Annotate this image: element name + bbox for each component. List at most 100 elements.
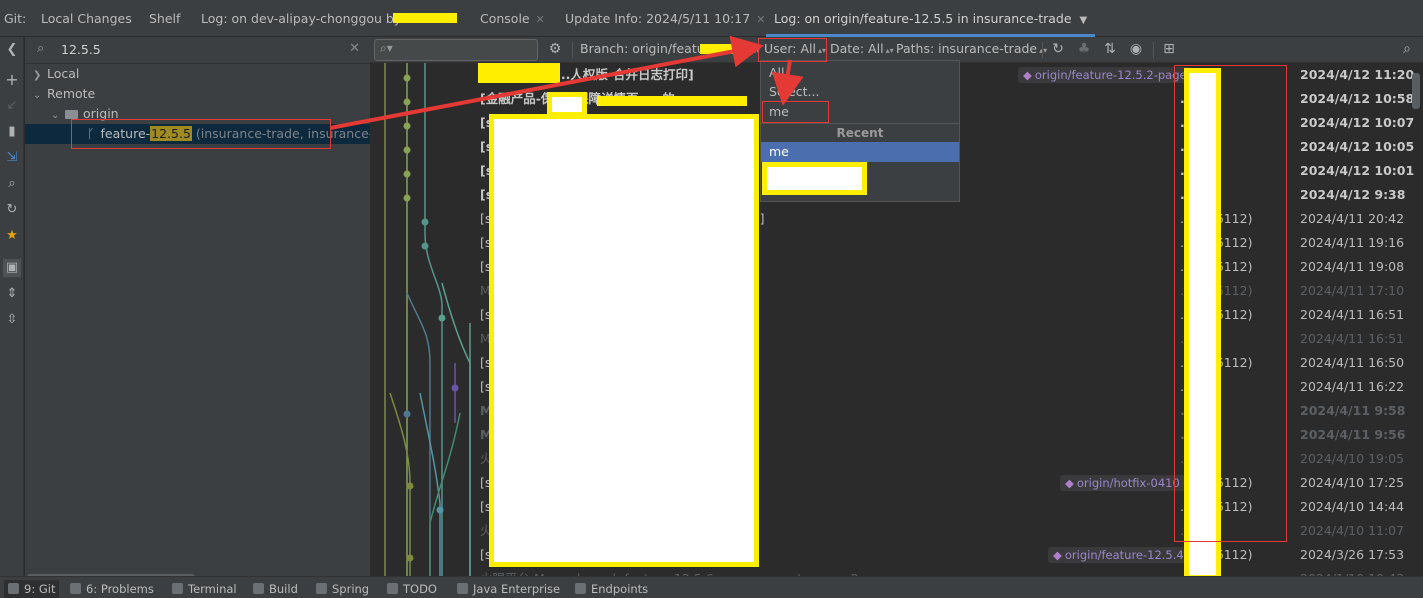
- tree-remote[interactable]: ⌄ Remote: [33, 84, 95, 104]
- delete-icon[interactable]: ▮: [3, 123, 21, 141]
- bottom-tab-todo-label: TODO: [403, 582, 437, 596]
- collapse-icon[interactable]: ❮: [3, 41, 21, 59]
- redaction-block-message: [489, 114, 759, 567]
- cherry-pick-icon[interactable]: ♣: [1075, 40, 1093, 58]
- tab-console[interactable]: Console ✕: [480, 0, 545, 37]
- refresh-icon[interactable]: ↻: [1049, 40, 1067, 58]
- paths-filter-label: Paths: insurance-trade: [896, 41, 1038, 56]
- commit-date: 2024/4/10 17:25: [1300, 475, 1405, 490]
- bottom-tab-build[interactable]: Build: [253, 580, 298, 598]
- expand-all-icon[interactable]: ⇕: [3, 285, 21, 303]
- separator: [1042, 42, 1043, 58]
- ref-label-1-text: origin/feature-12.5.2-page: [1034, 68, 1187, 82]
- commit-date: 2024/4/11 20:42: [1300, 211, 1405, 226]
- tab-shelf[interactable]: Shelf: [149, 0, 180, 37]
- bottom-tab-git-label: 9: Git: [24, 582, 56, 596]
- tab-update-info-label: Update Info: 2024/5/11 10:17: [565, 11, 751, 26]
- commit-date: 2024/4/11 16:51: [1300, 331, 1405, 346]
- redaction-bar-row2: [597, 96, 747, 106]
- collapse-all-icon[interactable]: ⇳: [3, 311, 21, 329]
- bottom-tab-terminal-label: Terminal: [188, 582, 237, 596]
- chevron-down-icon[interactable]: ⌄: [51, 106, 65, 126]
- bottom-tab-spring[interactable]: Spring: [316, 580, 369, 598]
- updown-icon: ▴▾: [885, 46, 894, 55]
- commit-date: 2024/4/12 10:05: [1300, 139, 1415, 154]
- ref-label-3[interactable]: ◆ origin/feature-12.5.4: [1048, 547, 1189, 563]
- bottom-tool-bar: 9: Git 6: Problems Terminal Build Spring…: [0, 576, 1423, 598]
- commit-date: 2024/4/11 17:10: [1300, 283, 1405, 298]
- ref-label-2[interactable]: ◆ origin/hotfix-0410: [1060, 475, 1185, 491]
- checkout-arrow-icon[interactable]: ↙: [3, 97, 21, 115]
- bottom-tab-terminal[interactable]: Terminal: [172, 580, 237, 598]
- ref-label-2-text: origin/hotfix-0410: [1076, 476, 1180, 490]
- chevron-right-icon[interactable]: ❯: [33, 66, 47, 86]
- tab-log-dev[interactable]: Log: on dev-alipay-chonggou by: [201, 0, 401, 37]
- search-icon[interactable]: ⌕: [3, 175, 21, 193]
- chevron-down-icon[interactable]: ⌄: [33, 86, 47, 106]
- user-option-all[interactable]: All: [761, 63, 959, 83]
- gear-icon[interactable]: ⚙: [546, 40, 564, 58]
- todo-icon: [387, 583, 398, 594]
- redaction-bar-branch: [700, 44, 752, 54]
- ref-label-3-text: origin/feature-12.5.4: [1064, 548, 1184, 562]
- tag-icon: ◆: [1065, 476, 1074, 490]
- left-toolbar: ❮ + ↙ ▮ ⇲ ⌕ ↻ ★ ▣ ⇕ ⇳: [0, 37, 24, 576]
- chevron-down-icon[interactable]: ▼: [1080, 15, 1088, 26]
- bottom-tab-java-ee[interactable]: Java Enterprise: [457, 580, 560, 598]
- bottom-tab-endpoints-label: Endpoints: [591, 582, 649, 596]
- commit-date: 2024/4/11 19:16: [1300, 235, 1405, 250]
- git-icon: [8, 583, 19, 594]
- java-ee-icon: [457, 583, 468, 594]
- tab-console-label: Console: [480, 11, 530, 26]
- spring-icon: [316, 583, 327, 594]
- bottom-tab-git[interactable]: 9: Git: [4, 580, 60, 598]
- branch-search-field[interactable]: ⌕ 12.5.5 ✕: [25, 37, 370, 64]
- commit-date: 2024/3/26 17:53: [1300, 547, 1405, 562]
- clear-icon[interactable]: ✕: [349, 41, 360, 56]
- eye-icon[interactable]: ◉: [1127, 40, 1145, 58]
- annotation-box-authors: [1174, 65, 1287, 542]
- group-icon[interactable]: ▣: [3, 259, 21, 277]
- recent-header: Recent: [761, 123, 959, 141]
- commit-date: 2024/4/12 10:58: [1300, 91, 1415, 106]
- compare-icon[interactable]: ⇲: [3, 149, 21, 167]
- separator: [1153, 42, 1154, 58]
- search-icon[interactable]: ⌕: [1398, 40, 1416, 58]
- tab-update-info[interactable]: Update Info: 2024/5/11 10:17 ✕: [565, 0, 765, 37]
- tab-local-changes[interactable]: Local Changes: [41, 0, 132, 37]
- terminal-icon: [172, 583, 183, 594]
- commit-date: 2024/4/10 11:07: [1300, 523, 1405, 538]
- star-icon[interactable]: ★: [3, 227, 21, 245]
- recent-option-me[interactable]: me: [761, 142, 959, 162]
- commit-date: 2024/4/11 9:56: [1300, 427, 1406, 442]
- close-icon[interactable]: ✕: [536, 13, 545, 26]
- tag-icon: ◆: [1053, 548, 1062, 562]
- updown-icon: ▴▾: [1039, 46, 1048, 55]
- date-filter-label: Date: All: [830, 41, 884, 56]
- branch-search-input[interactable]: 12.5.5: [61, 42, 101, 57]
- vertical-scrollbar[interactable]: [1412, 73, 1420, 109]
- commit-date: 2024/4/11 9:58: [1300, 403, 1406, 418]
- sort-icon[interactable]: ⇅: [1101, 40, 1119, 58]
- tree-remote-label: Remote: [47, 86, 96, 101]
- ref-label-1[interactable]: ◆ origin/feature-12.5.2-page: [1018, 67, 1192, 83]
- tree-local[interactable]: ❯ Local: [33, 64, 79, 84]
- bottom-tab-problems[interactable]: 6: Problems: [70, 580, 154, 598]
- add-icon[interactable]: +: [3, 71, 21, 89]
- fetch-icon[interactable]: ↻: [3, 201, 21, 219]
- commit-date: 2024/4/12 10:01: [1300, 163, 1415, 178]
- tab-log-feature[interactable]: Log: on origin/feature-12.5.5 in insuran…: [766, 0, 1096, 37]
- close-icon[interactable]: ✕: [756, 13, 765, 26]
- paths-filter[interactable]: Paths: insurance-trade ▴▾: [896, 41, 1047, 56]
- bottom-tab-todo[interactable]: TODO: [387, 580, 437, 598]
- build-icon: [253, 583, 264, 594]
- bottom-tab-endpoints[interactable]: Endpoints: [575, 580, 648, 598]
- endpoints-icon: [575, 583, 586, 594]
- redaction-bar-row1b: [478, 77, 560, 83]
- date-filter[interactable]: Date: All ▴▾: [830, 41, 894, 56]
- user-option-select[interactable]: Select...: [761, 82, 959, 102]
- search-icon: ⌕: [37, 41, 45, 56]
- pin-icon[interactable]: ⊞: [1160, 40, 1178, 58]
- log-search-input[interactable]: ⌕▾: [374, 39, 538, 61]
- commit-date: 2024/4/12 9:38: [1300, 187, 1406, 202]
